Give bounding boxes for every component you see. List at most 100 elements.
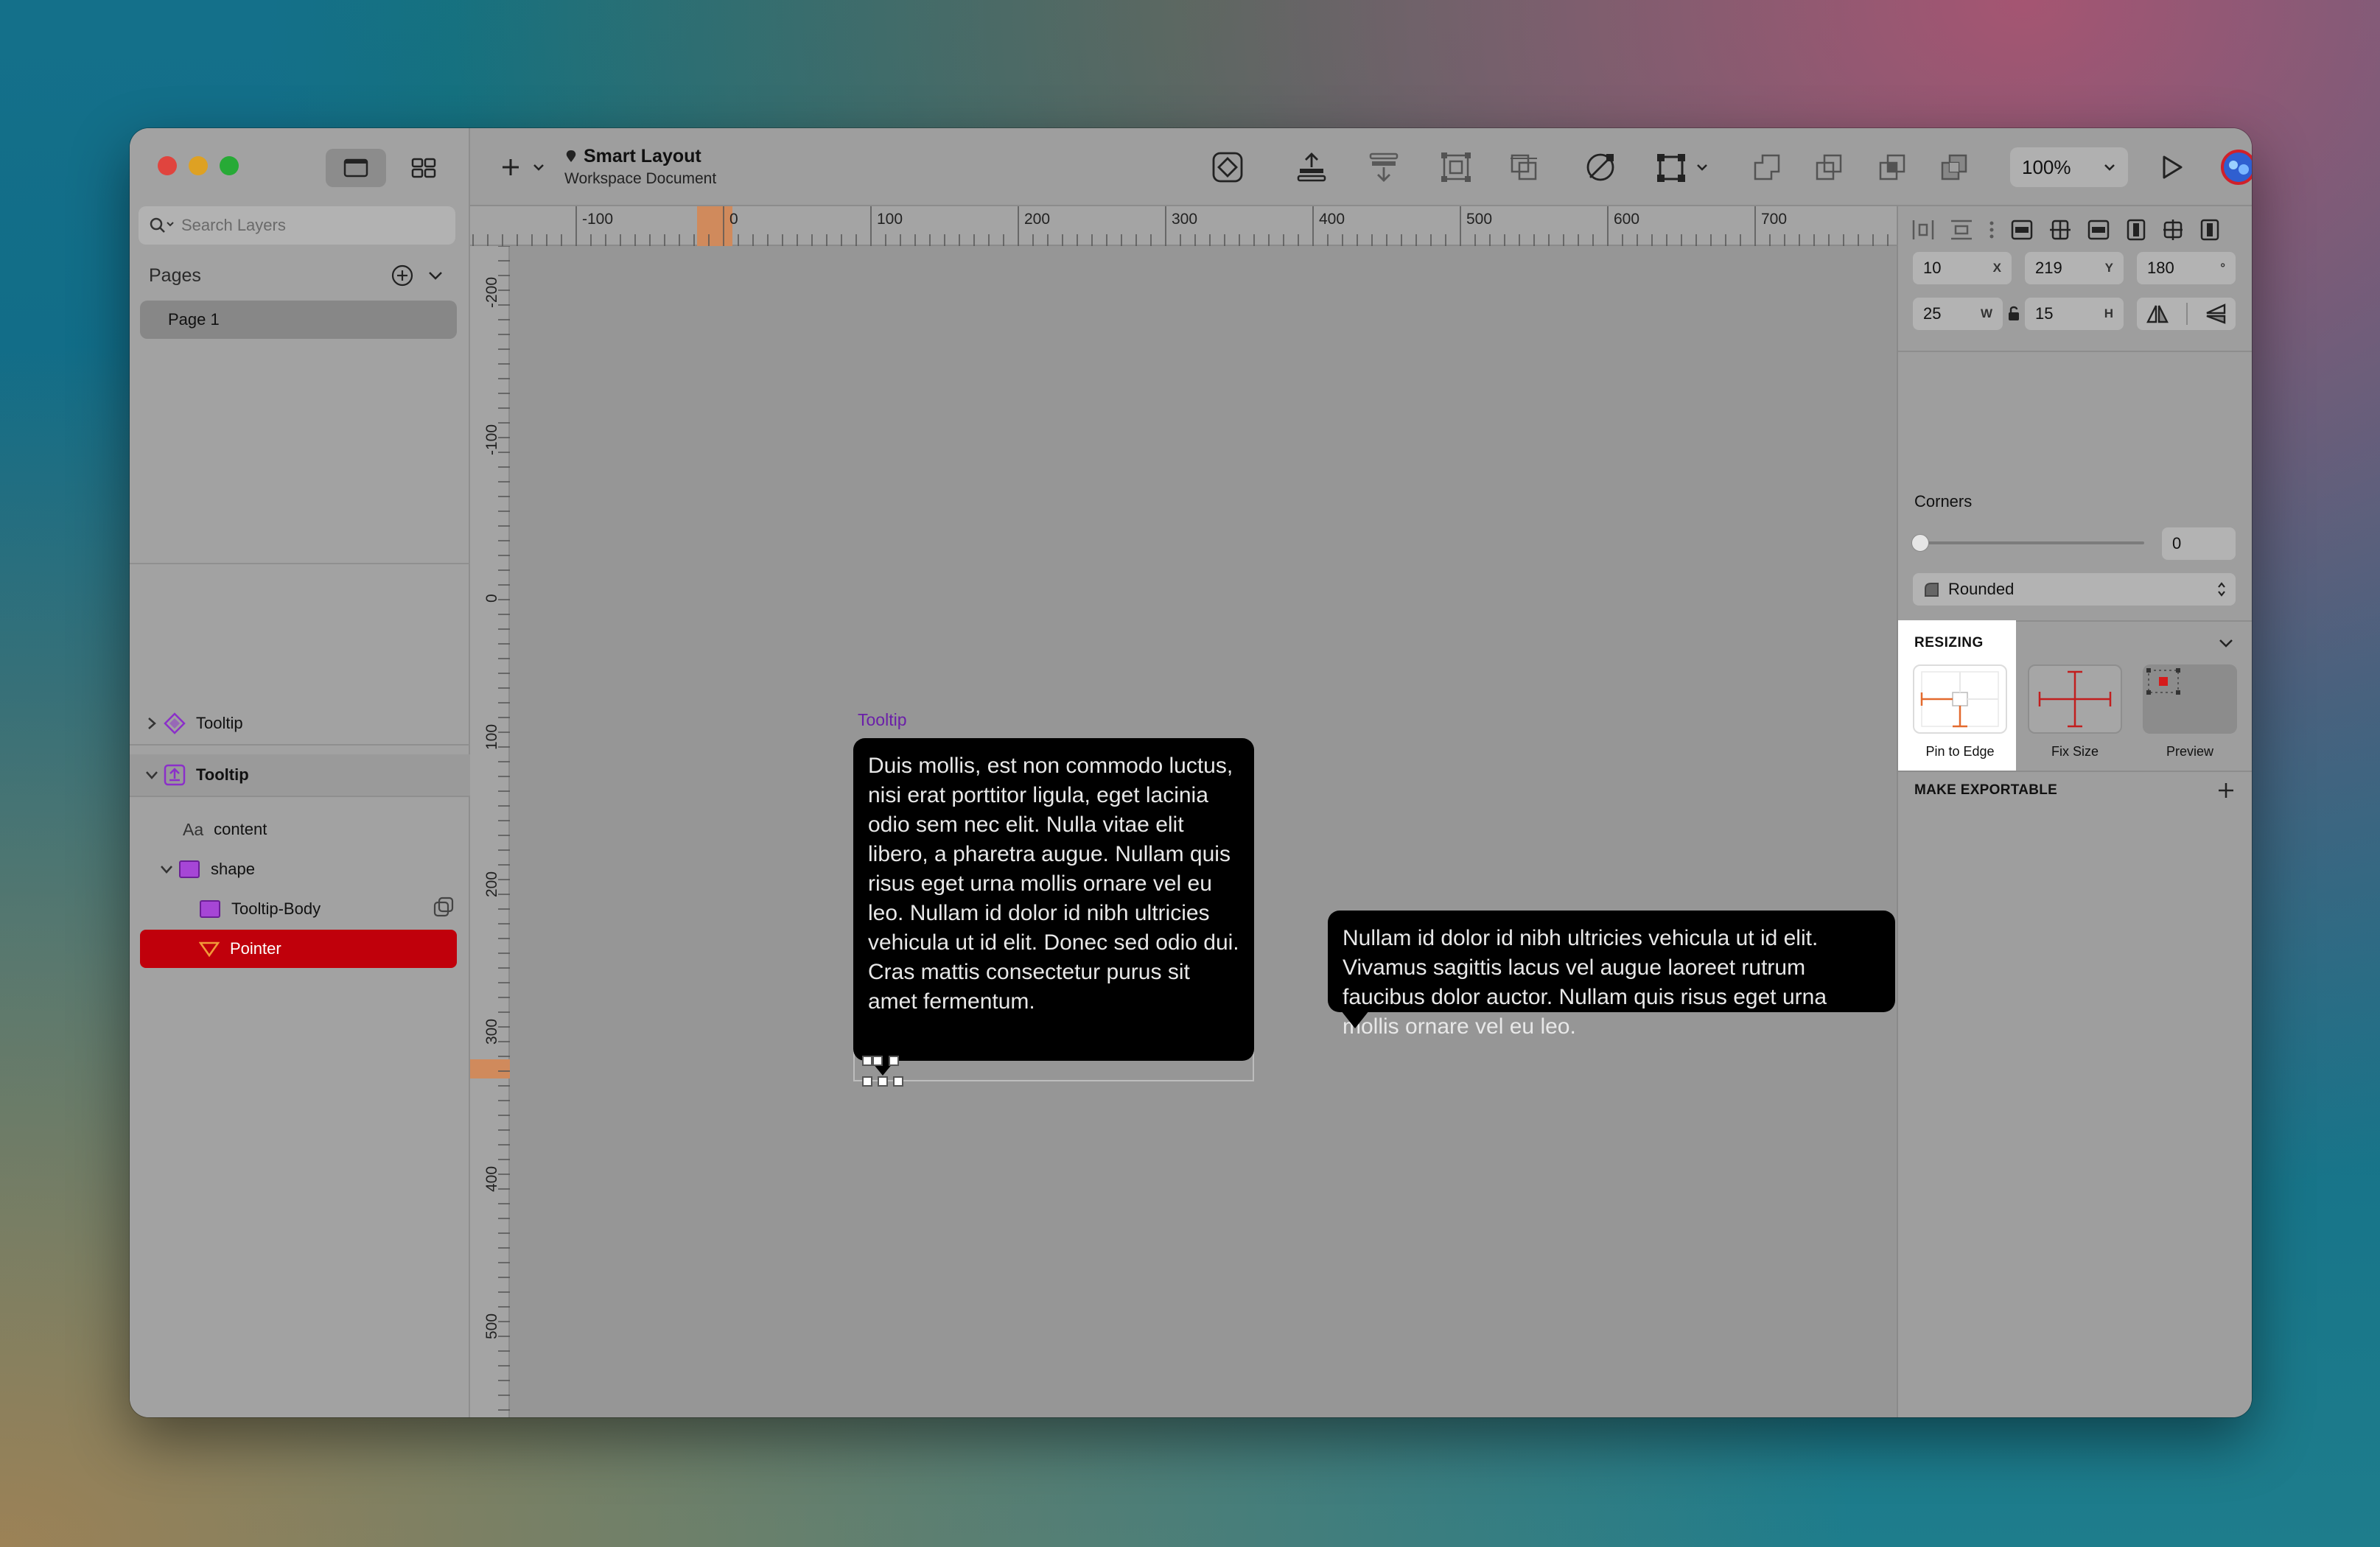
ungroup-icon: [1511, 154, 1537, 180]
x-position-field[interactable]: 10 X: [1913, 252, 2012, 284]
align-right-icon[interactable]: [2087, 219, 2110, 241]
intersect-icon: [1879, 154, 1905, 180]
tooltip-pointer-2[interactable]: [1338, 1011, 1372, 1033]
tooltip-body-2[interactable]: Nullam id dolor id nibh ultricies vehicu…: [1328, 911, 1895, 1039]
rounded-corner-icon: [1925, 583, 1939, 597]
union-button[interactable]: [1745, 128, 1789, 206]
close-window-button[interactable]: [158, 156, 177, 175]
page-item-page-1[interactable]: Page 1: [140, 301, 457, 339]
canvas-view-button[interactable]: [326, 149, 386, 187]
sidebar-divider: [130, 563, 470, 564]
send-backward-icon: [1369, 152, 1399, 182]
chevron-down-icon[interactable]: [2218, 638, 2234, 648]
tooltip-pointer-1[interactable]: [861, 1053, 905, 1090]
create-symbol-button[interactable]: [1205, 128, 1250, 206]
corner-style-select[interactable]: Rounded: [1913, 573, 2236, 606]
horizontal-ruler: -100 0 100 200 300 400 500 600 700: [470, 206, 1897, 246]
layer-divider: [130, 796, 470, 797]
document-title[interactable]: Smart Layout Workspace Document: [564, 146, 716, 188]
design-canvas[interactable]: Tooltip Duis mollis, est non commodo luc…: [510, 246, 1897, 1417]
mask-icon[interactable]: [433, 897, 454, 917]
height-field[interactable]: 15 H: [2025, 298, 2124, 330]
flip-vertical-icon[interactable]: [2205, 303, 2227, 325]
search-icon: [150, 217, 174, 233]
group-shape-icon: [179, 860, 200, 878]
app-window: Pages Page 1 Tooltip Tooltip Aa content: [130, 128, 2252, 1417]
ungroup-button[interactable]: [1502, 128, 1546, 206]
chevron-down-icon[interactable]: [159, 864, 174, 874]
preview-play-button[interactable]: [2157, 128, 2187, 206]
width-field[interactable]: 25 W: [1913, 298, 2003, 330]
align-middle-icon[interactable]: [2162, 218, 2184, 242]
ruler-label: 500: [483, 1313, 500, 1339]
zoom-window-button[interactable]: [220, 156, 239, 175]
backward-button[interactable]: [1362, 128, 1406, 206]
ruler-label: -200: [483, 276, 500, 308]
chevron-down-icon[interactable]: [427, 270, 444, 281]
insert-button[interactable]: [500, 128, 545, 206]
layer-tooltip-symbol[interactable]: Tooltip: [130, 703, 470, 744]
distribute-vertical-icon[interactable]: [1950, 219, 1973, 241]
collaborators-button[interactable]: [2216, 128, 2252, 206]
layer-shape-group[interactable]: shape: [130, 849, 470, 890]
layer-tooltip-master[interactable]: Tooltip: [130, 754, 470, 796]
layer-divider: [130, 744, 470, 746]
workspace-pin-icon: [566, 150, 576, 162]
search-input[interactable]: [181, 216, 432, 235]
layer-pointer[interactable]: Pointer: [140, 930, 457, 968]
ruler-label: -100: [582, 211, 614, 228]
triangle-icon: [199, 941, 220, 957]
width-label: W: [1980, 306, 1992, 320]
edit-path-button[interactable]: [1578, 128, 1623, 206]
section-divider: [1898, 771, 2252, 772]
minimize-window-button[interactable]: [189, 156, 208, 175]
add-export-icon[interactable]: [2216, 781, 2236, 800]
layer-tooltip-body[interactable]: Tooltip-Body: [130, 888, 470, 930]
ruler-label: 500: [1466, 211, 1493, 228]
inspector-panel: 10 X 219 Y 180 ° 25 W 15 H Corners 0 Rou…: [1897, 206, 2252, 1417]
flip-buttons: [2137, 298, 2236, 330]
y-position-field[interactable]: 219 Y: [2025, 252, 2124, 284]
tooltip-content-text: Duis mollis, est non commodo luctus, nis…: [868, 754, 1239, 1014]
vertical-ruler-ticks: [470, 246, 510, 1411]
ruler-label: 400: [483, 1165, 500, 1192]
lock-ratio-icon[interactable]: [2007, 305, 2020, 321]
align-left-icon[interactable]: [2010, 219, 2034, 241]
align-center-h-icon[interactable]: [2048, 219, 2072, 241]
section-divider: [1898, 351, 2252, 352]
align-top-icon[interactable]: [2125, 218, 2147, 242]
corner-radius-track[interactable]: [1919, 541, 2144, 544]
layer-content-text[interactable]: Aa content: [130, 809, 470, 850]
rotation-field[interactable]: 180 °: [2137, 252, 2236, 284]
zoom-select[interactable]: 100%: [2010, 147, 2128, 187]
add-page-icon[interactable]: [391, 264, 414, 287]
ruler-label: 200: [483, 871, 500, 897]
preview-card[interactable]: [2143, 664, 2237, 734]
play-icon: [2163, 155, 2183, 179]
flip-horizontal-icon[interactable]: [2146, 304, 2169, 324]
symbol-name-label[interactable]: Tooltip: [858, 710, 906, 730]
fix-size-card[interactable]: [2028, 664, 2122, 734]
transform-button[interactable]: [1649, 128, 1715, 206]
group-button[interactable]: [1434, 128, 1478, 206]
align-bottom-icon[interactable]: [2199, 218, 2221, 242]
tidy-icon[interactable]: [1988, 219, 1995, 241]
subtract-button[interactable]: [1807, 128, 1851, 206]
search-layers-field[interactable]: [139, 206, 455, 245]
forward-button[interactable]: [1289, 128, 1334, 206]
chevron-down-icon[interactable]: [144, 770, 159, 780]
corner-radius-field[interactable]: 0: [2162, 527, 2236, 560]
y-value: 219: [2035, 259, 2062, 277]
distribute-horizontal-icon[interactable]: [1911, 219, 1935, 241]
tooltip-body-1[interactable]: Duis mollis, est non commodo luctus, nis…: [853, 738, 1254, 1061]
ruler-label: 600: [1614, 211, 1640, 228]
view-toggle: [326, 149, 454, 187]
chevron-right-icon[interactable]: [147, 716, 157, 731]
difference-button[interactable]: [1932, 128, 1976, 206]
corner-radius-slider[interactable]: [1911, 534, 1929, 552]
ruler-label: 0: [729, 211, 738, 228]
grid-view-button[interactable]: [393, 149, 454, 187]
resize-preview-icon: [2146, 668, 2180, 695]
pin-to-edge-card[interactable]: [1913, 664, 2007, 734]
intersect-button[interactable]: [1870, 128, 1914, 206]
